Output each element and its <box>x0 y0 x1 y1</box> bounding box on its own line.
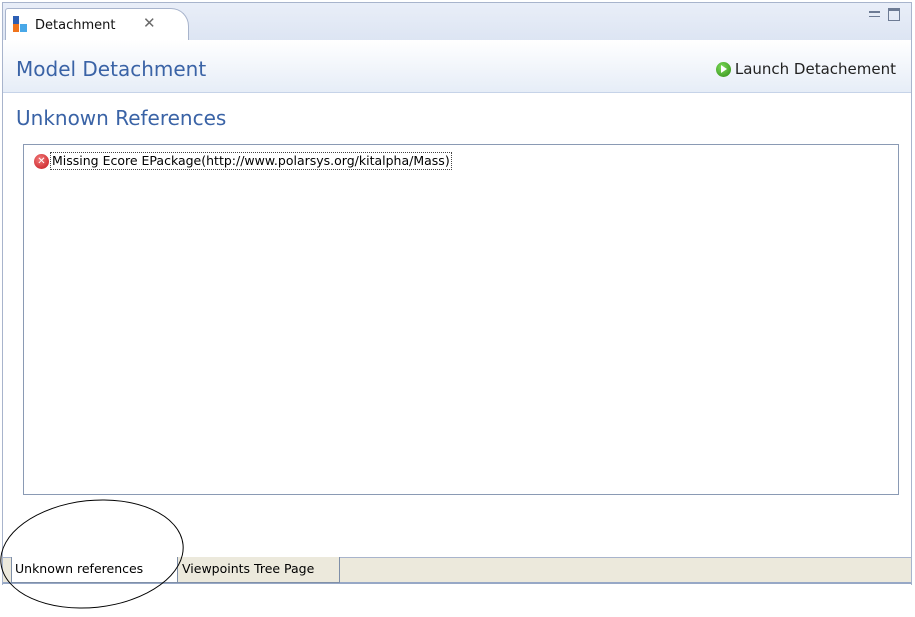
maximize-icon[interactable] <box>888 8 900 21</box>
form-title: Model Detachment <box>16 57 207 81</box>
form-header: Model Detachment Launch Detachement <box>3 40 911 93</box>
section-title: Unknown References <box>16 106 227 130</box>
launch-detachment-button[interactable]: Launch Detachement <box>715 59 896 79</box>
unknown-references-list[interactable]: ✕ Missing Ecore EPackage(http://www.pola… <box>23 144 899 495</box>
close-icon[interactable]: ✕ <box>143 14 156 32</box>
error-icon: ✕ <box>34 153 49 169</box>
detachment-view-icon <box>13 16 27 32</box>
page-tab-bar: Unknown references Viewpoints Tree Page <box>2 557 912 584</box>
tab-unknown-references[interactable]: Unknown references <box>11 557 178 583</box>
minimize-icon[interactable] <box>869 11 880 17</box>
tab-viewpoints-tree-page[interactable]: Viewpoints Tree Page <box>178 557 340 583</box>
view-tab-title: Detachment <box>35 18 116 33</box>
view-tab-bar: Detachment ✕ <box>2 2 912 42</box>
list-item[interactable]: ✕ Missing Ecore EPackage(http://www.pola… <box>34 151 452 171</box>
launch-detachment-label: Launch Detachement <box>734 60 896 78</box>
detachment-view-tab[interactable]: Detachment ✕ <box>5 8 189 42</box>
form-content: Model Detachment Launch Detachement Unkn… <box>2 40 912 585</box>
list-item-label: Missing Ecore EPackage(http://www.polars… <box>50 152 452 170</box>
run-icon <box>715 61 731 77</box>
